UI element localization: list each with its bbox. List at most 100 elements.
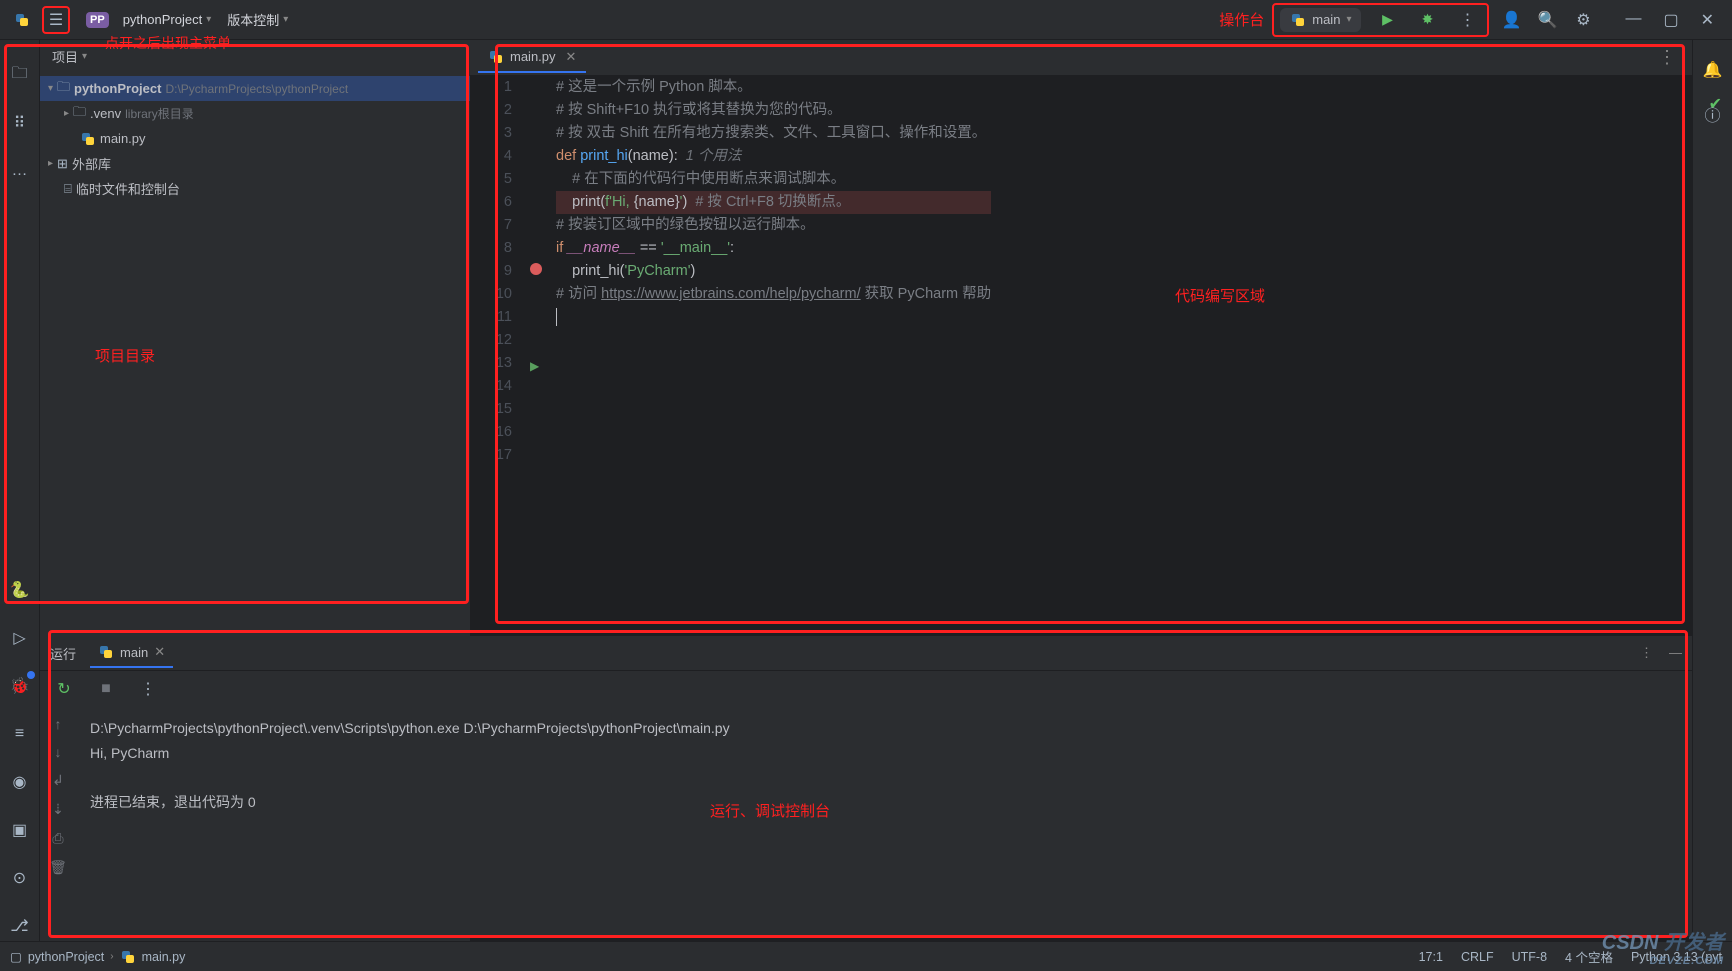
run-tab-label: main	[120, 645, 148, 660]
rerun-button[interactable]: ↻	[50, 675, 78, 703]
output-exit: 进程已结束，退出代码为 0	[90, 794, 256, 810]
print-icon[interactable]: ⎙	[52, 830, 63, 847]
inspection-ok-icon[interactable]: ✔	[1709, 94, 1722, 114]
trash-icon[interactable]: 🗑	[49, 859, 67, 876]
main-menu-button[interactable]: ☰	[42, 6, 70, 34]
chevron-down-icon: ▾	[82, 51, 87, 62]
python-icon	[1290, 12, 1306, 28]
tree-venv[interactable]: ▸ 🗀 .venv library根目录	[40, 101, 470, 126]
output-line: Hi, PyCharm	[90, 745, 169, 761]
tree-extlib-label: 外部库	[72, 154, 111, 173]
notifications-icon[interactable]: 🔔	[1699, 56, 1727, 84]
annotation-toolbar: 操作台	[1219, 9, 1264, 30]
project-badge: PP	[86, 12, 109, 28]
output-cmd: D:\PycharmProjects\pythonProject\.venv\S…	[90, 720, 730, 736]
hide-panel-button[interactable]: —	[1669, 645, 1682, 661]
tree-venv-label: .venv	[90, 106, 121, 121]
editor-tab-main[interactable]: main.py ✕	[478, 43, 586, 73]
app-icon	[8, 6, 36, 34]
run-tool-icon[interactable]: ▷	[5, 623, 35, 653]
module-icon: ▢	[10, 949, 22, 964]
project-panel-title: 项目	[52, 47, 78, 66]
chevron-right-icon: ▸	[64, 108, 69, 119]
more-actions-button[interactable]: ⋮	[1453, 6, 1481, 34]
chevron-down-icon: ▾	[283, 14, 288, 25]
chevron-down-icon: ▾	[48, 83, 53, 94]
minimize-button[interactable]: —	[1625, 10, 1641, 30]
scroll-icon[interactable]: ⇣	[52, 801, 64, 818]
debug-button[interactable]: ✸	[1413, 6, 1441, 34]
chevron-down-icon: ▾	[1346, 14, 1351, 25]
tree-file-main[interactable]: main.py	[40, 126, 470, 151]
python-file-icon	[120, 949, 136, 965]
tree-root-path: D:\PycharmProjects\pythonProject	[165, 82, 348, 96]
chevron-down-icon: ▾	[206, 14, 211, 25]
tree-scratch-label: 临时文件和控制台	[76, 179, 180, 198]
search-icon[interactable]: 🔍	[1533, 6, 1561, 34]
tree-file-label: main.py	[100, 131, 146, 146]
services-tool-icon[interactable]: ◉	[5, 767, 35, 797]
breadcrumb-project[interactable]: pythonProject	[28, 950, 104, 964]
close-tab-icon[interactable]: ✕	[154, 644, 165, 660]
run-panel-title: 运行	[50, 644, 76, 663]
annotation-menu-hint: 点开之后出现主菜单	[105, 33, 231, 53]
vcs-label: 版本控制	[227, 10, 279, 29]
library-icon: ⊞	[57, 156, 68, 172]
tree-root-label: pythonProject	[74, 81, 161, 96]
more-tool-icon[interactable]: …	[5, 156, 35, 186]
account-icon[interactable]: 👤	[1497, 6, 1525, 34]
packages-tool-icon[interactable]: ≡	[5, 719, 35, 749]
run-tab-main[interactable]: main ✕	[90, 638, 173, 668]
python-console-icon[interactable]: 🐍	[5, 575, 35, 605]
close-tab-icon[interactable]: ✕	[566, 49, 577, 65]
run-toolbar-more[interactable]: ⋮	[134, 675, 162, 703]
tree-venv-hint: library根目录	[125, 105, 194, 122]
annotation-console: 运行、调试控制台	[710, 800, 830, 821]
structure-tool-icon[interactable]: ⠿	[5, 108, 35, 138]
close-button[interactable]: ✕	[1701, 10, 1714, 30]
folder-icon: 🗀	[57, 78, 70, 100]
terminal-tool-icon[interactable]: ▣	[5, 815, 35, 845]
project-tool-icon[interactable]: 🗀	[5, 60, 35, 90]
run-toolbar-group: main ▾ ▶ ✸ ⋮	[1272, 3, 1489, 37]
chevron-right-icon: ▸	[48, 158, 53, 169]
project-name-label: pythonProject	[123, 12, 203, 27]
annotation-project: 项目目录	[95, 345, 155, 366]
run-config-label: main	[1312, 12, 1340, 27]
problems-tool-icon[interactable]: ⊙	[5, 863, 35, 893]
tab-more-button[interactable]: ⋮	[1650, 47, 1684, 68]
tree-root[interactable]: ▾ 🗀 pythonProject D:\PycharmProjects\pyt…	[40, 76, 470, 101]
up-icon[interactable]: ↑	[55, 716, 62, 732]
run-gutter-icon[interactable]: ▶	[530, 355, 539, 378]
scratch-icon: ⌸	[64, 181, 72, 197]
breakpoint-icon[interactable]	[530, 263, 542, 275]
folder-icon: 🗀	[73, 103, 86, 125]
run-more-button[interactable]: ⋮	[1640, 645, 1653, 661]
stop-button[interactable]: ■	[92, 675, 120, 703]
settings-icon[interactable]: ⚙	[1569, 6, 1597, 34]
cursor-position[interactable]: 17:1	[1419, 950, 1443, 964]
wrap-icon[interactable]: ↲	[52, 772, 64, 789]
tree-scratches[interactable]: ⌸ 临时文件和控制台	[40, 176, 470, 201]
python-icon	[98, 644, 114, 660]
tree-external-libs[interactable]: ▸ ⊞ 外部库	[40, 151, 470, 176]
down-icon[interactable]: ↓	[55, 744, 62, 760]
project-selector[interactable]: pythonProject▾	[115, 8, 220, 31]
debug-tool-icon[interactable]: 🐞	[5, 671, 35, 701]
python-file-icon	[80, 131, 96, 147]
editor-tab-label: main.py	[510, 49, 556, 64]
maximize-button[interactable]: ▢	[1663, 10, 1678, 30]
git-tool-icon[interactable]: ⎇	[5, 911, 35, 941]
annotation-editor: 代码编写区域	[1175, 285, 1265, 306]
run-button[interactable]: ▶	[1373, 6, 1401, 34]
run-output[interactable]: D:\PycharmProjects\pythonProject\.venv\S…	[76, 706, 1692, 936]
indent-setting[interactable]: 4 个空格	[1565, 947, 1613, 966]
encoding[interactable]: UTF-8	[1512, 950, 1547, 964]
line-separator[interactable]: CRLF	[1461, 950, 1494, 964]
python-file-icon	[488, 49, 504, 65]
vcs-menu[interactable]: 版本控制 ▾	[219, 6, 296, 33]
run-config-selector[interactable]: main ▾	[1280, 8, 1361, 32]
interpreter[interactable]: Python 3.13 (pyt	[1631, 950, 1722, 964]
chevron-right-icon: ›	[110, 951, 113, 962]
breadcrumb-file[interactable]: main.py	[142, 950, 186, 964]
